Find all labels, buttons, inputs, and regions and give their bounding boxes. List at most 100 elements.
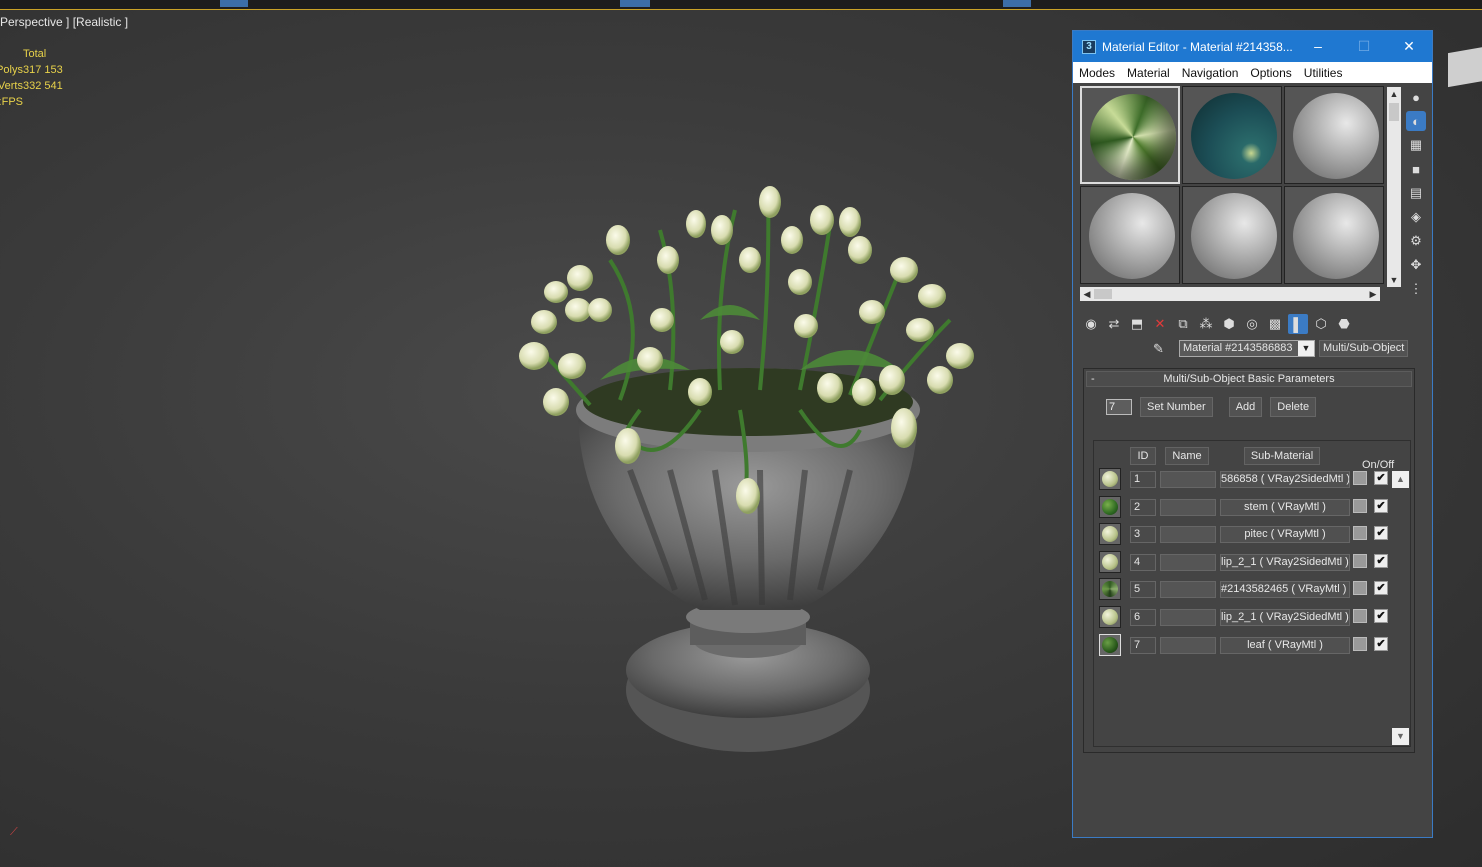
get-material-icon[interactable]: ◉ <box>1081 314 1101 334</box>
material-ball-icon[interactable] <box>1099 523 1121 545</box>
sub-material-button[interactable]: #2143582465 ( VRayMtl ) <box>1220 581 1350 598</box>
material-ball-icon[interactable] <box>1099 578 1121 600</box>
color-swatch[interactable] <box>1353 609 1367 623</box>
material-ball-icon[interactable] <box>1099 551 1121 573</box>
minimize-button[interactable]: – <box>1295 31 1341 62</box>
show-end-result-icon[interactable]: ▌ <box>1288 314 1308 334</box>
eyedropper-icon[interactable]: ✎ <box>1153 341 1169 357</box>
maximize-button[interactable]: ☐ <box>1341 31 1387 62</box>
menu-modes[interactable]: Modes <box>1073 66 1121 80</box>
row-name-field[interactable] <box>1160 526 1216 543</box>
reset-map-icon[interactable]: ✕ <box>1150 314 1170 334</box>
scroll-right-icon[interactable]: ▶ <box>1366 287 1380 301</box>
sample-type-icon[interactable]: ● <box>1406 87 1426 107</box>
set-number-button[interactable]: Set Number <box>1140 397 1213 417</box>
row-id[interactable]: 7 <box>1130 637 1156 654</box>
viewport-label[interactable]: Perspective ] [Realistic ] <box>0 15 128 29</box>
row-name-field[interactable] <box>1160 499 1216 516</box>
material-id-channel-icon[interactable]: ◎ <box>1242 314 1262 334</box>
on-off-checkbox[interactable]: ✔ <box>1374 581 1388 595</box>
close-button[interactable]: ✕ <box>1386 31 1432 62</box>
material-ball-icon[interactable] <box>1099 606 1121 628</box>
title-bar[interactable]: 3 Material Editor - Material #214358... … <box>1073 31 1432 62</box>
scroll-down-icon[interactable]: ▼ <box>1387 273 1401 287</box>
color-swatch[interactable] <box>1353 554 1367 568</box>
video-color-check-icon[interactable]: ▤ <box>1406 183 1426 203</box>
go-forward-to-sibling-icon[interactable]: ⬣ <box>1334 314 1354 334</box>
material-name-dropdown[interactable]: Material #2143586883 ▼ <box>1179 340 1315 357</box>
viewport-scene[interactable] <box>500 170 1000 770</box>
options-icon[interactable]: ⚙ <box>1406 231 1426 251</box>
sample-slot[interactable] <box>1182 86 1282 184</box>
number-of-materials-input[interactable]: 7 <box>1106 399 1132 415</box>
sample-slot[interactable] <box>1284 86 1384 184</box>
row-id[interactable]: 5 <box>1130 581 1156 598</box>
scroll-down-icon[interactable]: ▼ <box>1392 728 1409 745</box>
material-map-navigator-icon[interactable]: ⋮ <box>1406 279 1426 299</box>
rollout-header[interactable]: - Multi/Sub-Object Basic Parameters <box>1086 371 1412 387</box>
color-swatch[interactable] <box>1353 637 1367 651</box>
copy-material-icon[interactable]: ⧉ <box>1173 314 1193 334</box>
color-swatch[interactable] <box>1353 526 1367 540</box>
row-name-field[interactable] <box>1160 609 1216 626</box>
row-name-field[interactable] <box>1160 554 1216 571</box>
sub-material-button[interactable]: stem ( VRayMtl ) <box>1220 499 1350 516</box>
menu-options[interactable]: Options <box>1244 66 1297 80</box>
put-to-library-icon[interactable]: ⬢ <box>1219 314 1239 334</box>
on-off-checkbox[interactable]: ✔ <box>1374 609 1388 623</box>
sample-slot[interactable] <box>1080 86 1180 184</box>
go-to-parent-icon[interactable]: ⬡ <box>1311 314 1331 334</box>
chevron-down-icon[interactable]: ▼ <box>1298 341 1314 356</box>
select-by-material-icon[interactable]: ✥ <box>1406 255 1426 275</box>
on-off-checkbox[interactable]: ✔ <box>1374 637 1388 651</box>
menu-utilities[interactable]: Utilities <box>1298 66 1349 80</box>
show-shaded-icon[interactable]: ▩ <box>1265 314 1285 334</box>
on-off-checkbox[interactable]: ✔ <box>1374 554 1388 568</box>
sample-slot[interactable] <box>1182 186 1282 284</box>
sample-slot[interactable] <box>1284 186 1384 284</box>
sample-slot[interactable] <box>1080 186 1180 284</box>
row-name-field[interactable] <box>1160 581 1216 598</box>
scroll-thumb[interactable] <box>1094 289 1112 299</box>
on-off-checkbox[interactable]: ✔ <box>1374 499 1388 513</box>
slots-vertical-scrollbar[interactable]: ▲ ▼ <box>1387 87 1401 287</box>
assign-to-selection-icon[interactable]: ⬒ <box>1127 314 1147 334</box>
material-ball-icon[interactable] <box>1099 496 1121 518</box>
put-to-scene-icon[interactable]: ⇄ <box>1104 314 1124 334</box>
sub-material-button[interactable]: lip_2_1 ( VRay2SidedMtl ) <box>1220 554 1350 571</box>
sub-material-button[interactable]: leaf ( VRayMtl ) <box>1220 637 1350 654</box>
menu-navigation[interactable]: Navigation <box>1176 66 1245 80</box>
scroll-thumb[interactable] <box>1389 103 1399 121</box>
sub-material-button[interactable]: lip_2_1 ( VRay2SidedMtl ) <box>1220 609 1350 626</box>
backlight-icon[interactable]: ◐ <box>1406 111 1426 131</box>
column-name[interactable]: Name <box>1165 447 1209 465</box>
scroll-left-icon[interactable]: ◀ <box>1080 287 1094 301</box>
background-icon[interactable]: ▦ <box>1406 135 1426 155</box>
row-name-field[interactable] <box>1160 637 1216 654</box>
sub-material-button[interactable]: 586858 ( VRay2SidedMtl ) <box>1220 471 1350 488</box>
sub-material-button[interactable]: pitec ( VRayMtl ) <box>1220 526 1350 543</box>
collapse-icon[interactable]: - <box>1091 372 1095 386</box>
on-off-checkbox[interactable]: ✔ <box>1374 526 1388 540</box>
color-swatch[interactable] <box>1353 581 1367 595</box>
menu-material[interactable]: Material <box>1121 66 1176 80</box>
row-name-field[interactable] <box>1160 471 1216 488</box>
material-ball-icon[interactable] <box>1099 468 1121 490</box>
material-ball-icon[interactable] <box>1099 634 1121 656</box>
row-id[interactable]: 4 <box>1130 554 1156 571</box>
make-preview-icon[interactable]: ◈ <box>1406 207 1426 227</box>
color-swatch[interactable] <box>1353 499 1367 513</box>
row-id[interactable]: 3 <box>1130 526 1156 543</box>
row-id[interactable]: 1 <box>1130 471 1156 488</box>
slots-horizontal-scrollbar[interactable]: ◀ ▶ <box>1080 287 1380 301</box>
on-off-checkbox[interactable]: ✔ <box>1374 471 1388 485</box>
add-button[interactable]: Add <box>1228 397 1263 417</box>
row-id[interactable]: 2 <box>1130 499 1156 516</box>
row-id[interactable]: 6 <box>1130 609 1156 626</box>
uv-tiling-icon[interactable]: ■ <box>1406 159 1426 179</box>
scroll-up-icon[interactable]: ▲ <box>1387 87 1401 101</box>
viewcube-icon[interactable] <box>1448 46 1482 88</box>
make-unique-icon[interactable]: ⁂ <box>1196 314 1216 334</box>
color-swatch[interactable] <box>1353 471 1367 485</box>
column-id[interactable]: ID <box>1130 447 1156 465</box>
